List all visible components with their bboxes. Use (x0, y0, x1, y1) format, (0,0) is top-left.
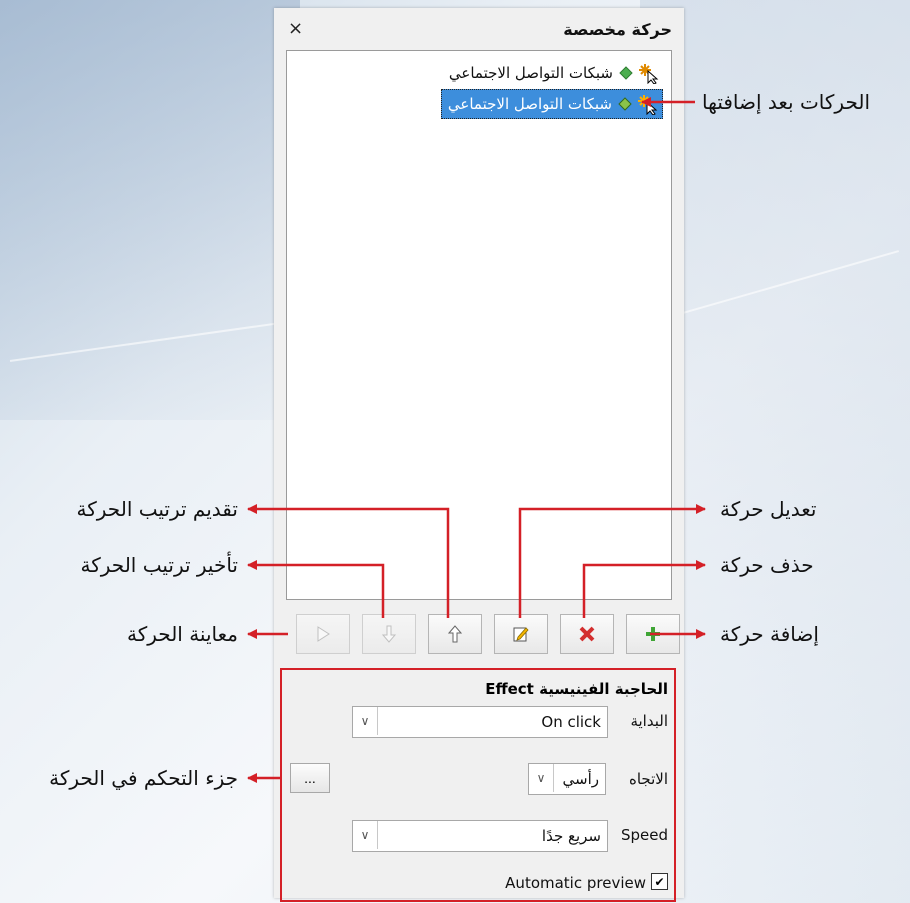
annotation-preview: معاينة الحركة (127, 622, 238, 646)
arrow-move-down (247, 560, 385, 618)
annotation-controls: جزء التحكم في الحركة (49, 766, 238, 790)
annotation-edit: تعديل حركة (720, 497, 817, 521)
annotation-added: الحركات بعد إضافتها (702, 90, 871, 114)
annotation-delete: حذف حركة (720, 553, 814, 577)
arrow-edit (518, 504, 706, 618)
annotation-move-up: تقديم ترتيب الحركة (76, 497, 238, 521)
arrow-move-up (247, 504, 450, 618)
annotation-add: إضافة حركة (720, 622, 819, 646)
arrow-delete (582, 560, 706, 618)
annotation-move-down: تأخير ترتيب الحركة (80, 553, 239, 577)
